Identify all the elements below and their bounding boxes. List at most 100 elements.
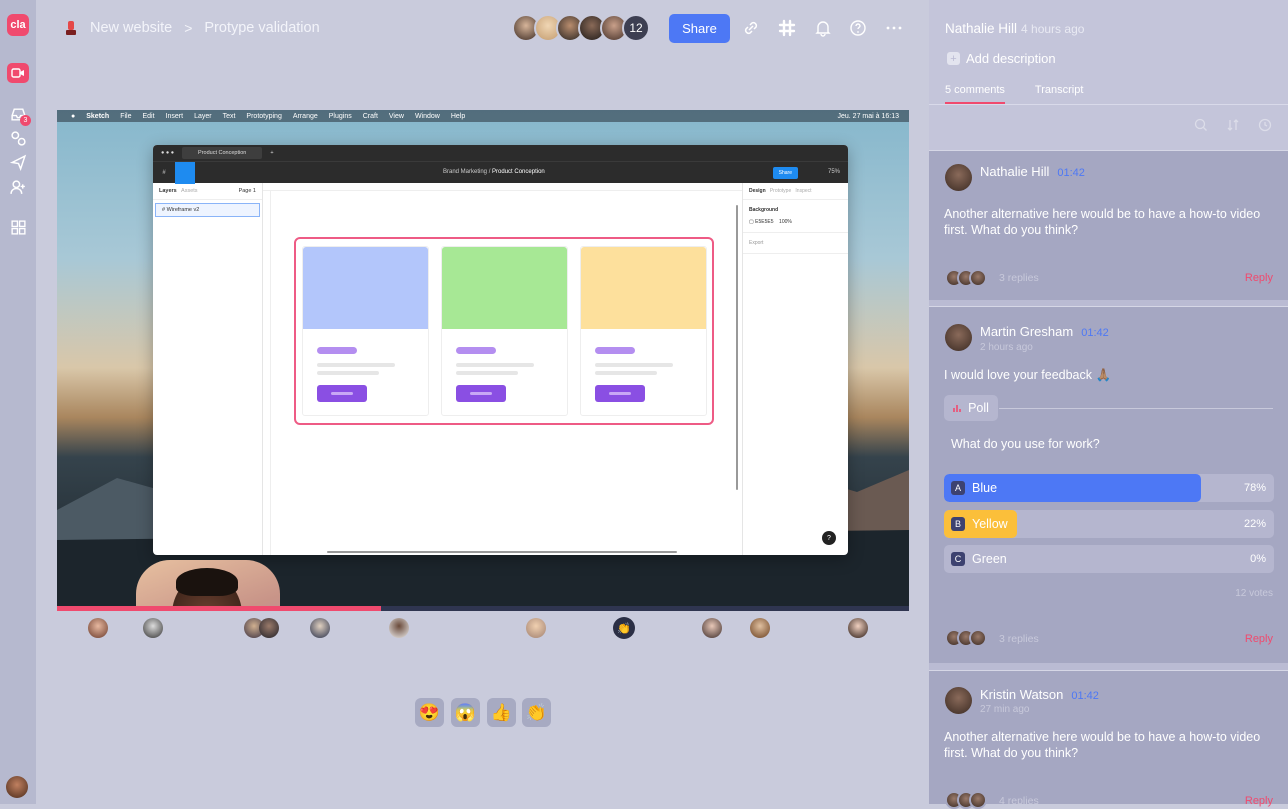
clap-marker-icon[interactable]: 👏 [613,617,635,639]
figma-design-panel: Design Prototype Inspect Background ▢ E5E… [742,183,848,555]
figma-share: Share [772,167,798,179]
wireframe-card [580,246,707,416]
option-letter: C [951,552,965,566]
poll-option-blue[interactable]: A Blue 78% [944,474,1274,502]
poll-option-green[interactable]: C Green 0% [944,545,1274,573]
reply-avatars [945,629,987,647]
prototype-tab: Prototype [769,188,792,194]
video-progress[interactable] [57,606,909,611]
figma-tab: Product Conception [182,147,263,159]
share-button[interactable]: Share [669,14,730,43]
comment-avatar [945,324,972,351]
webcam-bubble[interactable] [136,560,280,606]
search-icon[interactable] [1194,118,1208,132]
record-icon[interactable] [7,63,29,83]
layer-item: Wireframe v2 [166,207,200,213]
comment-text: Another alternative here would be to hav… [944,207,1261,237]
figma-zoom: 75% [827,169,840,175]
participants[interactable]: 12 [512,14,650,42]
breadcrumb: New website > Protype validation [64,17,320,39]
reply-count[interactable]: 3 replies [999,272,1039,284]
link-icon[interactable] [741,18,761,38]
reply-button[interactable]: Reply [1245,272,1273,284]
bell-icon[interactable] [813,18,833,38]
add-user-icon[interactable] [8,177,28,197]
reaction-scream-button[interactable]: 😱 [451,698,480,727]
figma-tabbar: ● ● ● Product Conception + [153,145,848,161]
timeline-avatar[interactable] [702,618,722,638]
timeline-avatar[interactable] [310,618,330,638]
comment-avatar [945,687,972,714]
comment-author: Nathalie Hill [980,164,1050,179]
figma-window: ● ● ● Product Conception + # Brand Marke… [153,145,848,555]
panel-tabs: 5 comments Transcript [945,84,1083,104]
timeline-avatar[interactable] [143,618,163,638]
design-tab: Design [749,188,766,194]
option-percent: 22% [1243,518,1266,530]
tab-comments[interactable]: 5 comments [945,84,1005,104]
menu-item: Text [222,112,236,120]
my-avatar[interactable] [6,776,28,798]
background-label: Background [749,207,779,213]
sort-icon[interactable] [1226,118,1240,132]
option-letter: A [951,481,965,495]
comment-ago: 2 hours ago [980,342,1033,353]
comments-panel: Nathalie Hill 4 hours ago + Add descriptio… [929,0,1288,809]
reaction-heart-eyes-button[interactable]: 😍 [415,698,444,727]
timeline-avatar[interactable] [526,618,546,638]
breadcrumb-separator: > [184,20,193,36]
reply-button[interactable]: Reply [1245,633,1273,645]
menu-item: Help [450,112,466,120]
comment-tools [1194,118,1272,132]
breadcrumb-project[interactable]: New website [90,20,172,36]
slack-icon[interactable] [777,18,797,38]
reply-button[interactable]: Reply [1245,795,1273,807]
app-logo[interactable]: cla [7,14,29,36]
comment-timestamp[interactable]: 01:42 [1081,327,1109,339]
figma-layers-panel: Layers Assets Page 1 # Wireframe v2 [153,183,263,555]
poll-option-yellow[interactable]: B Yellow 22% [944,510,1274,538]
timeline-avatar[interactable] [259,618,279,638]
reply-count[interactable]: 3 replies [999,633,1039,645]
add-description-label: Add description [966,51,1056,66]
inbox-badge: 3 [20,115,31,126]
timeline-avatar[interactable] [88,618,108,638]
comment-text: I would love your feedback 🙏🏽 [944,368,1112,382]
clock-icon[interactable] [1258,118,1272,132]
panel-header: Nathalie Hill 4 hours ago + Add descriptio… [929,0,1288,150]
wireframe-card [441,246,568,416]
grid-icon[interactable] [8,217,28,237]
timeline-avatar[interactable] [389,618,409,638]
timeline-avatar[interactable] [848,618,868,638]
mac-clock: Jeu. 27 mai à 16:13 [837,112,900,120]
comment-timestamp[interactable]: 01:42 [1057,167,1085,179]
comment-timestamp[interactable]: 01:42 [1071,690,1099,702]
menu-item: File [120,112,132,120]
send-icon[interactable] [8,152,28,172]
reply-count[interactable]: 4 replies [999,795,1039,807]
card-image [442,247,567,329]
help-icon[interactable] [848,18,868,38]
participant-count[interactable]: 12 [622,14,650,42]
menu-item: Window [414,112,440,120]
menu-item: Layer [194,112,212,120]
reaction-clap-button[interactable]: 👏 [522,698,551,727]
video-player[interactable]: ● Sketch File Edit Insert Layer Text Pro… [57,110,909,606]
timeline-avatar[interactable] [750,618,770,638]
reply-avatars [945,269,987,287]
figma-toolbar: # Brand Marketing / Product Conception S… [153,161,848,184]
tab-transcript[interactable]: Transcript [1035,84,1084,104]
breadcrumb-page[interactable]: Protype validation [204,20,319,36]
gallery-icon[interactable] [8,128,28,148]
menu-app: Sketch [86,112,110,120]
add-description-button[interactable]: + Add description [947,51,1056,66]
more-icon[interactable] [884,18,904,38]
reaction-thumbs-up-button[interactable]: 👍 [487,698,516,727]
poll-votes: 12 votes [1235,588,1273,599]
author-ago: 4 hours ago [1021,22,1085,36]
menu-item: Plugins [328,112,352,120]
wireframe-card [302,246,429,416]
figma-hscroll [327,551,677,553]
comment-avatar [945,164,972,191]
figma-menu-icon: # [162,169,166,176]
